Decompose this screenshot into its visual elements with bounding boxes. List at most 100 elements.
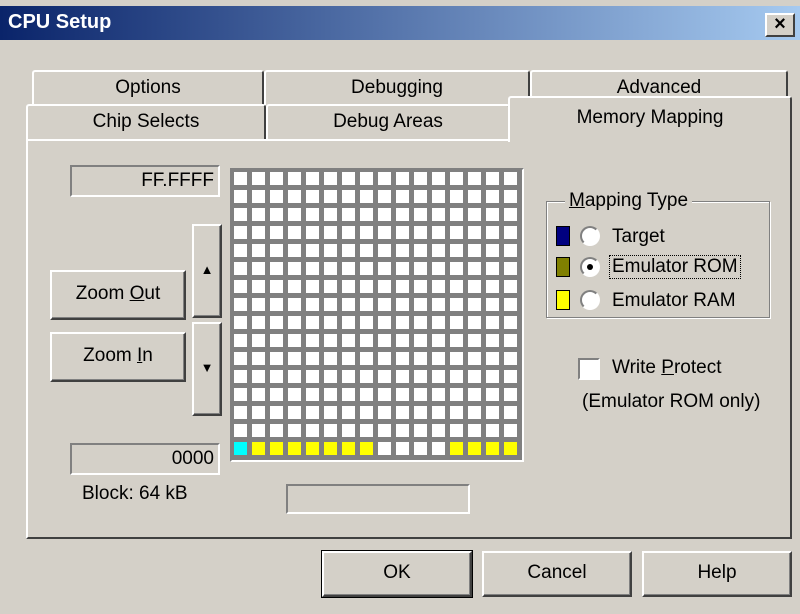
memory-block[interactable] — [377, 315, 392, 330]
memory-block[interactable] — [413, 405, 428, 420]
write-protect-label[interactable]: Write Protect — [612, 357, 721, 379]
cancel-button[interactable]: Cancel — [482, 551, 632, 597]
memory-block[interactable] — [449, 351, 464, 366]
memory-block[interactable] — [449, 225, 464, 240]
memory-block[interactable] — [305, 261, 320, 276]
memory-block[interactable] — [413, 261, 428, 276]
memory-block[interactable] — [377, 261, 392, 276]
memory-block[interactable] — [503, 351, 518, 366]
write-protect-checkbox[interactable] — [578, 358, 600, 380]
memory-block[interactable] — [359, 189, 374, 204]
memory-block[interactable] — [251, 279, 266, 294]
memory-block[interactable] — [269, 279, 284, 294]
memory-block[interactable] — [323, 351, 338, 366]
memory-block[interactable] — [485, 261, 500, 276]
memory-block[interactable] — [449, 315, 464, 330]
memory-block[interactable] — [377, 279, 392, 294]
memory-block[interactable] — [251, 387, 266, 402]
memory-block[interactable] — [413, 333, 428, 348]
memory-block[interactable] — [413, 225, 428, 240]
memory-block[interactable] — [377, 333, 392, 348]
memory-block[interactable] — [269, 351, 284, 366]
memory-block[interactable] — [341, 405, 356, 420]
memory-block[interactable] — [305, 369, 320, 384]
memory-block[interactable] — [467, 261, 482, 276]
memory-block[interactable] — [467, 189, 482, 204]
memory-block[interactable] — [233, 171, 248, 186]
memory-block[interactable] — [323, 225, 338, 240]
memory-block[interactable] — [413, 369, 428, 384]
memory-block[interactable] — [233, 315, 248, 330]
memory-block[interactable] — [305, 243, 320, 258]
memory-block[interactable] — [341, 369, 356, 384]
memory-block[interactable] — [503, 243, 518, 258]
memory-block[interactable] — [485, 387, 500, 402]
memory-block[interactable] — [467, 279, 482, 294]
memory-block[interactable] — [503, 369, 518, 384]
memory-block[interactable] — [413, 207, 428, 222]
memory-block[interactable] — [323, 369, 338, 384]
memory-block[interactable] — [233, 297, 248, 312]
memory-block[interactable] — [377, 297, 392, 312]
memory-block[interactable] — [269, 315, 284, 330]
memory-block[interactable] — [503, 225, 518, 240]
memory-block[interactable] — [359, 171, 374, 186]
memory-block[interactable] — [269, 261, 284, 276]
memory-block[interactable] — [287, 189, 302, 204]
memory-block-ram[interactable] — [287, 441, 302, 456]
memory-block[interactable] — [467, 207, 482, 222]
memory-block-ram[interactable] — [449, 441, 464, 456]
memory-block[interactable] — [431, 369, 446, 384]
zoom-out-button[interactable]: Zoom Out — [50, 270, 186, 320]
memory-block[interactable] — [269, 171, 284, 186]
memory-block[interactable] — [287, 315, 302, 330]
memory-block[interactable] — [341, 297, 356, 312]
memory-block[interactable] — [413, 441, 428, 456]
memory-block[interactable] — [449, 297, 464, 312]
memory-block[interactable] — [269, 369, 284, 384]
memory-block-ram[interactable] — [341, 441, 356, 456]
memory-block[interactable] — [449, 279, 464, 294]
memory-block[interactable] — [287, 225, 302, 240]
memory-block[interactable] — [305, 423, 320, 438]
memory-block[interactable] — [251, 171, 266, 186]
memory-block[interactable] — [251, 405, 266, 420]
memory-block[interactable] — [485, 225, 500, 240]
memory-block[interactable] — [467, 333, 482, 348]
memory-block-ram[interactable] — [359, 441, 374, 456]
memory-block[interactable] — [449, 369, 464, 384]
memory-block[interactable] — [503, 333, 518, 348]
memory-block[interactable] — [431, 351, 446, 366]
memory-block[interactable] — [395, 279, 410, 294]
memory-block[interactable] — [359, 279, 374, 294]
memory-block[interactable] — [449, 243, 464, 258]
memory-block-ram[interactable] — [323, 441, 338, 456]
memory-block[interactable] — [449, 333, 464, 348]
memory-block[interactable] — [287, 405, 302, 420]
memory-block[interactable] — [233, 189, 248, 204]
memory-block[interactable] — [287, 279, 302, 294]
memory-block[interactable] — [269, 405, 284, 420]
memory-block[interactable] — [449, 387, 464, 402]
help-button[interactable]: Help — [642, 551, 792, 597]
memory-block[interactable] — [359, 387, 374, 402]
memory-block[interactable] — [485, 369, 500, 384]
memory-block-ram[interactable] — [251, 441, 266, 456]
memory-block[interactable] — [467, 405, 482, 420]
memory-block[interactable] — [251, 189, 266, 204]
memory-block[interactable] — [431, 387, 446, 402]
memory-block[interactable] — [359, 261, 374, 276]
memory-block-ram[interactable] — [467, 441, 482, 456]
memory-block[interactable] — [233, 405, 248, 420]
memory-block[interactable] — [323, 279, 338, 294]
emulator-ram-radio[interactable] — [580, 290, 600, 310]
memory-block[interactable] — [395, 261, 410, 276]
memory-block[interactable] — [431, 261, 446, 276]
emulator-ram-radio-label[interactable]: Emulator RAM — [612, 290, 736, 312]
memory-block[interactable] — [251, 207, 266, 222]
memory-block[interactable] — [305, 189, 320, 204]
memory-block[interactable] — [341, 189, 356, 204]
memory-block[interactable] — [431, 279, 446, 294]
memory-block[interactable] — [413, 171, 428, 186]
memory-block[interactable] — [341, 279, 356, 294]
